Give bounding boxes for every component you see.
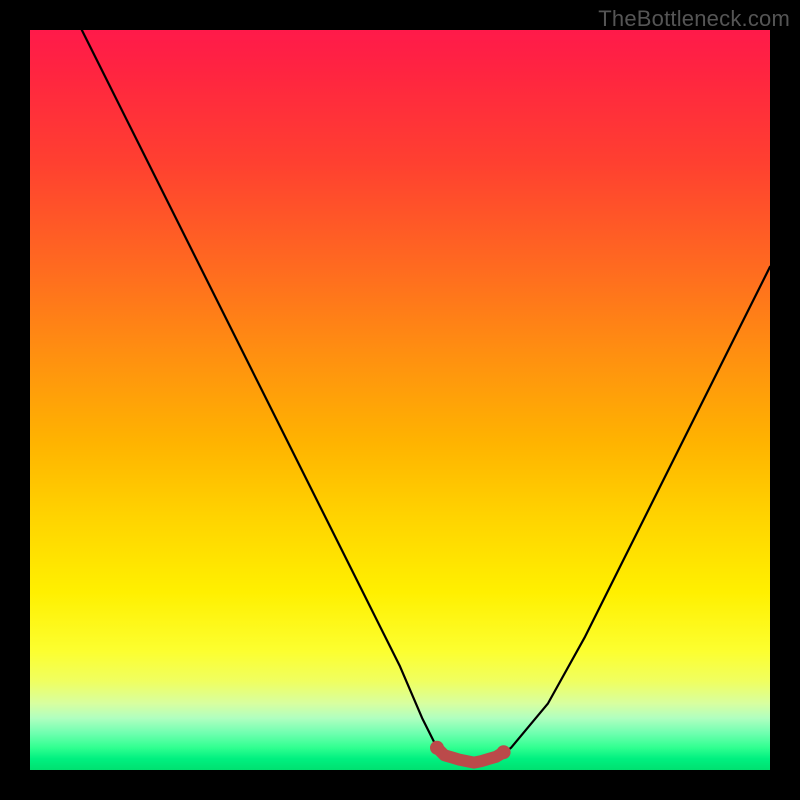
bottleneck-curve bbox=[82, 30, 770, 763]
flat-region-markers bbox=[430, 741, 511, 763]
chart-container: TheBottleneck.com bbox=[0, 0, 800, 800]
curve-svg bbox=[30, 30, 770, 770]
flat-region-path bbox=[437, 748, 504, 763]
flat-region-end-dot bbox=[497, 745, 511, 759]
plot-area bbox=[30, 30, 770, 770]
watermark-text: TheBottleneck.com bbox=[598, 6, 790, 32]
flat-region-end-dot bbox=[430, 741, 444, 755]
